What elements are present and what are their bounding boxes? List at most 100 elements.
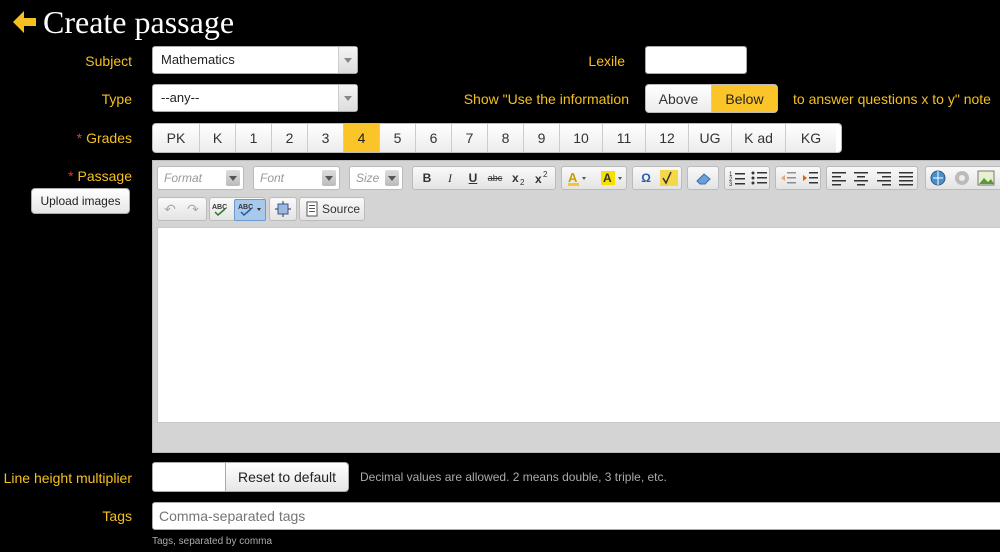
eraser-icon[interactable] <box>695 170 713 186</box>
grade-option[interactable]: UG <box>689 124 732 152</box>
tags-input[interactable] <box>152 502 1000 530</box>
type-select[interactable]: --any-- <box>152 84 358 112</box>
passage-editor-area[interactable] <box>157 227 1000 423</box>
reset-to-default-button[interactable]: Reset to default <box>225 462 349 492</box>
grades-label-text: Grades <box>86 130 132 146</box>
outdent-icon[interactable] <box>780 170 796 186</box>
numbered-list-icon[interactable]: 123 <box>729 170 745 188</box>
remove-format-group <box>687 166 719 190</box>
align-center-icon[interactable] <box>853 170 869 186</box>
use-info-label: Show "Use the information <box>463 91 629 107</box>
grade-option[interactable]: 8 <box>488 124 524 152</box>
text-style-group: B I U abc x2 x2 <box>412 166 556 190</box>
image-icon[interactable] <box>977 170 995 186</box>
subject-label: Subject <box>85 53 132 69</box>
svg-text:x: x <box>535 172 542 186</box>
align-left-icon[interactable] <box>831 170 847 186</box>
superscript-icon[interactable]: x2 <box>534 170 550 186</box>
color-group: A A <box>561 166 627 190</box>
svg-text:x: x <box>512 171 519 185</box>
chevron-down-icon <box>226 170 240 186</box>
grade-option[interactable]: 7 <box>452 124 488 152</box>
grade-option[interactable]: 6 <box>416 124 452 152</box>
strikethrough-button[interactable]: abc <box>487 170 503 186</box>
format-combo[interactable]: Format <box>157 166 244 190</box>
source-document-icon <box>304 201 320 217</box>
list-group: 123 <box>724 166 770 190</box>
lexile-input[interactable] <box>645 46 747 74</box>
indent-group <box>775 166 821 190</box>
grade-option[interactable]: 1 <box>236 124 272 152</box>
chevron-down-icon <box>338 47 357 73</box>
tags-hint: Tags, separated by comma <box>152 536 273 547</box>
grade-option[interactable]: 12 <box>646 124 689 152</box>
background-color-icon[interactable]: A <box>600 170 624 186</box>
anchor-icon[interactable] <box>953 170 971 186</box>
back-arrow-icon[interactable] <box>10 8 38 36</box>
bold-button[interactable]: B <box>419 170 435 186</box>
font-placeholder: Font <box>260 171 285 185</box>
page-title: Create passage <box>43 4 235 40</box>
rich-text-editor: Format Font Size B I U abc x2 x2 A A Ω 1… <box>152 160 1000 453</box>
grades-selector: PK K 1 2 3 4 5 6 7 8 9 10 11 12 UG K ad … <box>152 123 842 153</box>
type-value: --any-- <box>161 90 200 105</box>
align-right-icon[interactable] <box>876 170 892 186</box>
grade-option[interactable]: K <box>200 124 236 152</box>
undo-icon[interactable]: ↶ <box>162 201 178 217</box>
italic-button[interactable]: I <box>442 170 458 186</box>
math-formula-icon[interactable] <box>660 170 678 186</box>
passage-label: * Passage <box>20 167 132 185</box>
spellcheck-as-you-type-icon[interactable]: ABC <box>234 199 266 221</box>
undo-redo-group: ↶ ↷ <box>157 197 207 221</box>
svg-text:3: 3 <box>729 182 733 186</box>
grade-option[interactable]: 2 <box>272 124 308 152</box>
omega-icon[interactable]: Ω <box>638 170 654 186</box>
use-info-suffix: to answer questions x to y" note <box>793 91 991 107</box>
redo-icon[interactable]: ↷ <box>185 201 201 217</box>
format-placeholder: Format <box>164 171 203 185</box>
grade-option[interactable]: K ad <box>732 124 786 152</box>
use-info-above-button[interactable]: Above <box>646 85 712 112</box>
grade-option[interactable]: 11 <box>603 124 646 152</box>
upload-images-button[interactable]: Upload images <box>31 188 130 214</box>
grade-option[interactable]: PK <box>153 124 200 152</box>
grade-option[interactable]: 3 <box>308 124 344 152</box>
chevron-down-icon <box>385 170 399 186</box>
spellcheck-icon[interactable]: ABC <box>212 201 230 217</box>
use-info-below-button[interactable]: Below <box>712 85 777 112</box>
tags-label: Tags <box>102 508 132 524</box>
indent-icon[interactable] <box>802 170 818 186</box>
grade-option[interactable]: 9 <box>524 124 560 152</box>
source-button[interactable]: Source <box>322 201 360 217</box>
chevron-down-icon <box>322 170 336 186</box>
source-group: Source <box>299 197 365 221</box>
subject-select[interactable]: Mathematics <box>152 46 358 74</box>
grade-option[interactable]: KG <box>786 124 836 152</box>
svg-text:2: 2 <box>520 178 525 186</box>
svg-text:2: 2 <box>543 170 548 179</box>
required-marker: * <box>76 130 83 146</box>
grade-option[interactable]: 5 <box>380 124 416 152</box>
bullet-list-icon[interactable] <box>751 170 767 186</box>
line-height-label: Line height multiplier <box>3 470 132 486</box>
line-height-input[interactable] <box>152 462 226 492</box>
maximize-group <box>269 197 297 221</box>
link-globe-icon[interactable] <box>930 170 948 186</box>
spellcheck-group: ABC ABC <box>209 197 266 221</box>
align-justify-icon[interactable] <box>898 170 914 186</box>
special-group: Ω <box>632 166 682 190</box>
line-height-hint: Decimal values are allowed. 2 means doub… <box>360 470 667 484</box>
font-combo[interactable]: Font <box>253 166 340 190</box>
grade-option[interactable]: 10 <box>560 124 603 152</box>
maximize-icon[interactable] <box>275 201 291 217</box>
grade-option-selected[interactable]: 4 <box>344 124 380 152</box>
underline-button[interactable]: U <box>465 170 481 186</box>
svg-text:A: A <box>568 170 578 185</box>
lexile-label: Lexile <box>588 53 625 69</box>
passage-label-text: Passage <box>77 168 132 184</box>
subscript-icon[interactable]: x2 <box>511 170 527 187</box>
align-group <box>826 166 918 190</box>
size-combo[interactable]: Size <box>349 166 403 190</box>
subject-value: Mathematics <box>161 52 235 67</box>
text-color-icon[interactable]: A <box>566 170 590 186</box>
